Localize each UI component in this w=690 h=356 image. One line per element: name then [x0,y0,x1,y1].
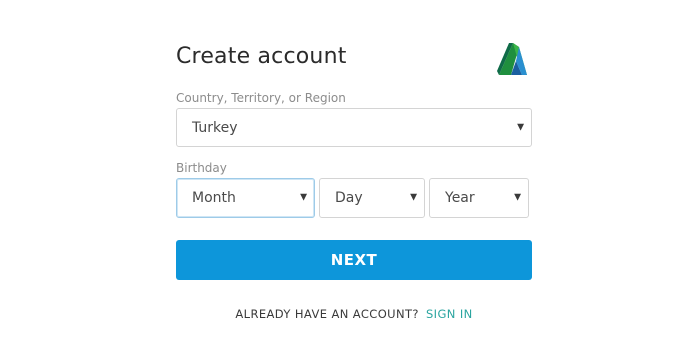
day-select-value: Day [335,190,363,206]
year-select[interactable]: Year ▼ [429,178,529,218]
signin-prompt-row: ALREADY HAVE AN ACCOUNT? SIGN IN [176,307,532,321]
month-select-value: Month [192,190,236,206]
caret-down-icon: ▼ [300,192,307,203]
year-select-value: Year [445,190,475,206]
country-select[interactable]: Turkey ▼ [176,108,532,147]
next-button[interactable]: NEXT [176,240,532,280]
signin-link[interactable]: SIGN IN [426,307,473,321]
autodesk-logo-icon [497,43,527,75]
caret-down-icon: ▼ [517,122,524,132]
day-select[interactable]: Day ▼ [319,178,425,218]
caret-down-icon: ▼ [514,192,521,203]
birthday-label: Birthday [176,161,227,175]
country-label: Country, Territory, or Region [176,91,346,105]
page-title: Create account [176,44,347,69]
signin-prompt-text: ALREADY HAVE AN ACCOUNT? [235,307,419,321]
month-select[interactable]: Month ▼ [176,178,315,218]
caret-down-icon: ▼ [410,192,417,203]
country-select-value: Turkey [192,119,238,136]
